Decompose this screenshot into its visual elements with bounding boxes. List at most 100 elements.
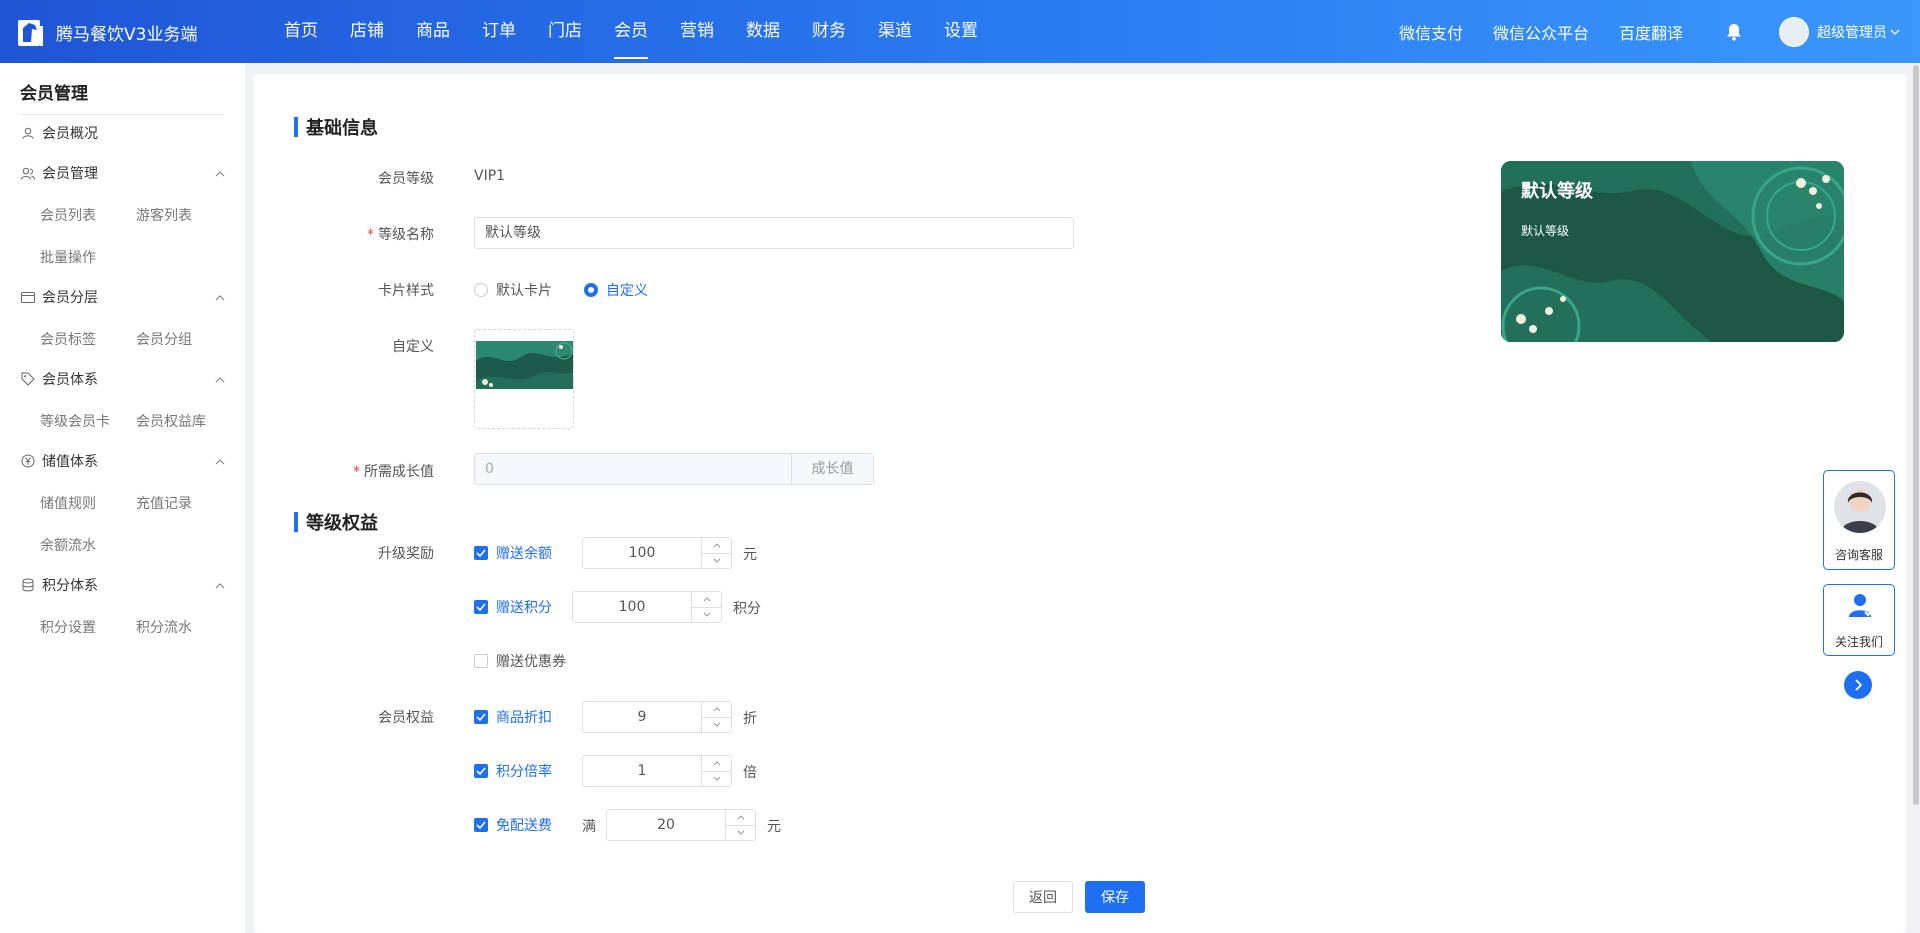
increment-icon[interactable]: [702, 702, 731, 717]
increment-icon[interactable]: [702, 756, 731, 771]
nav-channels[interactable]: 渠道: [862, 0, 928, 63]
customer-service-widget[interactable]: 咨询客服: [1823, 470, 1895, 570]
decrement-icon[interactable]: [702, 552, 731, 569]
growth-value-input[interactable]: 0 成长值: [474, 453, 874, 485]
radio-custom-card[interactable]: 自定义: [584, 280, 648, 300]
unit-label: 元: [743, 547, 757, 563]
required-mark: *: [367, 227, 374, 243]
level-name-input[interactable]: 默认等级: [474, 217, 1074, 249]
baidu-translate-link[interactable]: 百度翻译: [1619, 20, 1683, 44]
sidebar-group-member-tier[interactable]: 会员分层: [20, 286, 225, 308]
checkbox-gift-coupon[interactable]: 赠送优惠券: [474, 651, 566, 671]
sidebar-item-batch-ops[interactable]: 批量操作: [40, 247, 96, 267]
decrement-icon[interactable]: [692, 606, 721, 623]
radio-circle: [474, 283, 488, 297]
stepper-arrows: [691, 592, 721, 622]
sidebar-item-points-settings[interactable]: 积分设置: [40, 617, 96, 637]
nav-shop[interactable]: 店铺: [334, 0, 400, 63]
checkbox-gift-balance[interactable]: 赠送余额: [474, 543, 552, 563]
sidebar-item-member-tags[interactable]: 会员标签: [40, 329, 96, 349]
gift-balance-stepper[interactable]: 100: [582, 537, 732, 569]
follow-us-widget[interactable]: 关注我们: [1823, 584, 1895, 656]
sidebar-item-guest-list[interactable]: 游客列表: [136, 205, 192, 225]
sidebar-divider: [20, 114, 224, 115]
yen-circle-icon: [20, 453, 36, 469]
avatar: [1779, 16, 1809, 47]
checkbox-box: [474, 600, 488, 614]
upgrade-reward-label: 升级奖励: [378, 546, 434, 562]
level-name-label: * 等级名称: [254, 224, 434, 244]
nav-members[interactable]: 会员: [598, 0, 664, 63]
sidebar-group-points[interactable]: 积分体系: [20, 574, 225, 596]
card-style-label: 卡片样式: [378, 283, 434, 299]
app-logo[interactable]: 腾马餐饮V3业务端: [18, 16, 197, 48]
save-button[interactable]: 保存: [1085, 881, 1145, 913]
horse-logo-icon: [18, 16, 46, 48]
sidebar-item-stored-rules[interactable]: 储值规则: [40, 493, 96, 513]
radio-default-card[interactable]: 默认卡片: [474, 280, 552, 300]
checkbox-box: [474, 546, 488, 560]
increment-icon[interactable]: [726, 810, 755, 825]
sidebar-item-level-card[interactable]: 等级会员卡: [40, 411, 110, 431]
nav-data[interactable]: 数据: [730, 0, 796, 63]
sidebar-group-member-manage[interactable]: 会员管理: [20, 162, 225, 184]
sidebar-item-member-list[interactable]: 会员列表: [40, 205, 96, 225]
follow-label: 关注我们: [1834, 635, 1883, 649]
goods-discount-stepper[interactable]: 9: [582, 701, 732, 733]
prefix-label: 满: [582, 819, 596, 835]
sidebar-item-balance-flow[interactable]: 余额流水: [40, 535, 96, 555]
stepper-value: 9: [637, 709, 647, 725]
checkbox-points-multiplier[interactable]: 积分倍率: [474, 761, 552, 781]
decrement-icon[interactable]: [726, 824, 755, 841]
nav-finance[interactable]: 财务: [796, 0, 862, 63]
decrement-icon[interactable]: [702, 716, 731, 733]
increment-icon[interactable]: [692, 592, 721, 607]
custom-card-thumbnail: [476, 341, 573, 389]
user-menu[interactable]: 超级管理员: [1779, 16, 1900, 47]
stepper-value: 1: [637, 763, 647, 779]
checkbox-gift-points[interactable]: 赠送积分: [474, 597, 552, 617]
sidebar-group-member-system[interactable]: 会员体系: [20, 368, 225, 390]
back-button[interactable]: 返回: [1013, 881, 1073, 913]
stepper-value: 100: [628, 545, 656, 561]
nav-marketing[interactable]: 营销: [664, 0, 730, 63]
sidebar-item-points-flow[interactable]: 积分流水: [136, 617, 192, 637]
tag-icon: [20, 371, 36, 387]
gift-points-stepper[interactable]: 100: [572, 591, 722, 623]
free-delivery-stepper[interactable]: 20: [606, 809, 756, 841]
unit-label: 元: [767, 819, 781, 835]
sidebar-title: 会员管理: [20, 84, 88, 104]
top-navbar: 腾马餐饮V3业务端 首页 店铺 商品 订单 门店 会员 营销 数据 财务 渠道 …: [0, 0, 1920, 63]
sidebar: 会员管理 会员概况 会员管理 会员列表 游客列表 批量操作 会员分层 会员标签 …: [0, 63, 245, 933]
stepper-arrows: [725, 810, 755, 840]
card-preview: 默认等级 默认等级: [1501, 161, 1844, 342]
scrollbar-thumb[interactable]: [1913, 65, 1919, 805]
main-nav: 首页 店铺 商品 订单 门店 会员 营销 数据 财务 渠道 设置: [268, 0, 994, 63]
chevron-right-icon[interactable]: [1844, 671, 1872, 699]
checkbox-label: 赠送积分: [496, 600, 552, 616]
nav-home[interactable]: 首页: [268, 0, 334, 63]
sidebar-group-stored-value[interactable]: 储值体系: [20, 450, 225, 472]
points-multiplier-stepper[interactable]: 1: [582, 755, 732, 787]
custom-image-upload[interactable]: [474, 329, 574, 429]
checkbox-box: [474, 818, 488, 832]
checkbox-free-delivery[interactable]: 免配送费: [474, 815, 552, 835]
sidebar-item-member-groups[interactable]: 会员分组: [136, 329, 192, 349]
bell-icon[interactable]: [1723, 21, 1745, 43]
wechat-pay-link[interactable]: 微信支付: [1399, 20, 1463, 44]
decrement-icon[interactable]: [702, 770, 731, 787]
nav-goods[interactable]: 商品: [400, 0, 466, 63]
database-icon: [20, 577, 36, 593]
nav-settings[interactable]: 设置: [928, 0, 994, 63]
sidebar-item-recharge-records[interactable]: 充值记录: [136, 493, 192, 513]
increment-icon[interactable]: [702, 538, 731, 553]
sidebar-item-overview[interactable]: 会员概况: [20, 122, 225, 144]
chevron-up-icon: [215, 371, 225, 387]
nav-orders[interactable]: 订单: [466, 0, 532, 63]
sidebar-item-rights-library[interactable]: 会员权益库: [136, 411, 206, 431]
nav-stores[interactable]: 门店: [532, 0, 598, 63]
checkbox-goods-discount[interactable]: 商品折扣: [474, 707, 552, 727]
wechat-mp-link[interactable]: 微信公众平台: [1493, 20, 1589, 44]
radio-label: 默认卡片: [496, 283, 552, 299]
growth-label: * 所需成长值: [254, 461, 434, 481]
